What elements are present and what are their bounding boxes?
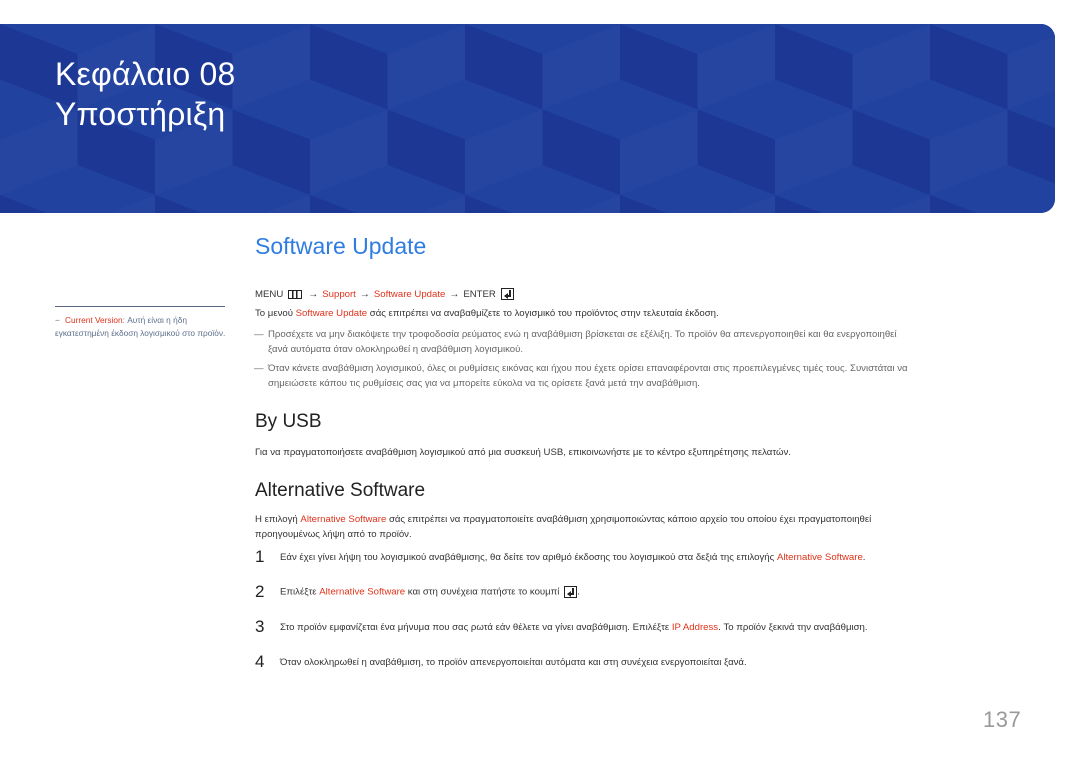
chapter-banner: Κεφάλαιο 08 Υποστήριξη bbox=[0, 24, 1055, 213]
step-term: Alternative Software bbox=[776, 551, 863, 563]
menu-label: MENU bbox=[255, 288, 284, 300]
chapter-heading: Κεφάλαιο 08 Υποστήριξη bbox=[55, 54, 235, 134]
step-text-part: Εάν έχει γίνει λήψη του λογισμικού αναβά… bbox=[280, 551, 777, 563]
by-usb-text: Για να πραγματοποιήσετε αναβάθμιση λογισ… bbox=[255, 447, 791, 458]
step-text-part: . bbox=[577, 586, 580, 598]
menu-path: MENU → Support → Software Update → ENTER bbox=[255, 288, 514, 300]
enter-label: ENTER bbox=[463, 288, 496, 300]
step-4: 4 Όταν ολοκληρωθεί η αναβάθμιση, το προϊ… bbox=[255, 652, 747, 672]
enter-return-icon bbox=[564, 586, 578, 598]
arrow-icon: → bbox=[308, 288, 319, 300]
step-text-part: και στη συνέχεια πατήστε το κουμπί bbox=[405, 586, 563, 598]
software-update-intro: Το μενού Software Update σάς επιτρέπει ν… bbox=[255, 306, 719, 321]
note-line: Όταν κάνετε αναβάθμιση λογισμικού, όλες … bbox=[268, 363, 908, 374]
step-text-part: . bbox=[862, 551, 866, 563]
menu-path-software-update: Software Update bbox=[373, 288, 446, 300]
step-text-part: Επιλέξτε bbox=[280, 586, 320, 598]
step-3: 3 Στο προϊόν εμφανίζεται ένα μήνυμα που … bbox=[255, 617, 868, 637]
note-dash: ― bbox=[254, 329, 264, 340]
step-text-part: Στο προϊόν εμφανίζεται ένα μήνυμα που σα… bbox=[280, 621, 672, 633]
note-dash: − bbox=[55, 315, 60, 325]
step-text: Επιλέξτε Alternative Software και στη συ… bbox=[280, 586, 580, 598]
note-settings-reset: ― Όταν κάνετε αναβάθμιση λογισμικού, όλε… bbox=[254, 361, 1055, 391]
by-usb-title: By USB bbox=[255, 411, 322, 432]
arrow-icon: → bbox=[449, 288, 460, 300]
intro-text: Το μενού bbox=[255, 308, 296, 319]
note-power: ― Προσέχετε να μην διακόψετε την τροφοδο… bbox=[254, 327, 1055, 357]
step-number: 2 bbox=[255, 582, 265, 601]
enter-return-icon bbox=[500, 288, 514, 300]
note-line: σημειώσετε κάπου τις ρυθμίσεις σας για ν… bbox=[268, 378, 700, 389]
step-text: Όταν ολοκληρωθεί η αναβάθμιση, το προϊόν… bbox=[280, 656, 747, 668]
chapter-label: Κεφάλαιο 08 bbox=[55, 56, 236, 92]
intro-term: Software Update bbox=[295, 308, 368, 319]
sidebar-note: − Current Version: Αυτή είναι η ήδη εγκατ… bbox=[55, 314, 227, 340]
intro-line2: προηγουμένως λήψη από το προϊόν. bbox=[255, 529, 412, 540]
section-title: Software Update bbox=[255, 233, 427, 259]
intro-text: Η επιλογή bbox=[255, 514, 301, 525]
menu-path-support: Support bbox=[322, 288, 356, 300]
step-term: Alternative Software bbox=[319, 586, 406, 598]
step-number: 3 bbox=[255, 617, 265, 636]
alternative-software-title: Alternative Software bbox=[255, 480, 426, 501]
alternative-software-intro: Η επιλογή Alternative Software σάς επιτρ… bbox=[255, 512, 871, 542]
step-number: 1 bbox=[255, 547, 265, 566]
chapter-title: Υποστήριξη bbox=[55, 96, 226, 132]
sidebar-divider bbox=[55, 306, 225, 307]
note-dash: ― bbox=[254, 363, 264, 374]
step-number: 4 bbox=[255, 652, 265, 671]
page-number: 137 bbox=[983, 707, 1022, 732]
menu-grid-icon bbox=[288, 289, 303, 299]
step-text: Εάν έχει γίνει λήψη του λογισμικού αναβά… bbox=[280, 552, 865, 563]
arrow-icon: → bbox=[359, 288, 370, 300]
step-text: Στο προϊόν εμφανίζεται ένα μήνυμα που σα… bbox=[280, 622, 868, 633]
note-line: Προσέχετε να μην διακόψετε την τροφοδοσί… bbox=[268, 329, 897, 340]
step-1: 1 Εάν έχει γίνει λήψη του λογισμικού ανα… bbox=[255, 547, 865, 567]
step-term: IP Address bbox=[671, 621, 719, 633]
step-text-part: . Το προϊόν ξεκινά την αναβάθμιση. bbox=[718, 621, 868, 633]
intro-text-rest: σάς επιτρέπει να πραγματοποιείτε αναβάθμ… bbox=[386, 514, 872, 525]
sidebar-term: Current Version bbox=[65, 315, 123, 325]
intro-text-rest: σάς επιτρέπει να αναβαθμίζετε το λογισμι… bbox=[367, 308, 719, 319]
step-2: 2 Επιλέξτε Alternative Software και στη … bbox=[255, 582, 580, 602]
intro-term: Alternative Software bbox=[300, 514, 387, 525]
note-line: ξανά αυτόματα όταν ολοκληρωθεί η αναβάθμ… bbox=[268, 344, 524, 355]
